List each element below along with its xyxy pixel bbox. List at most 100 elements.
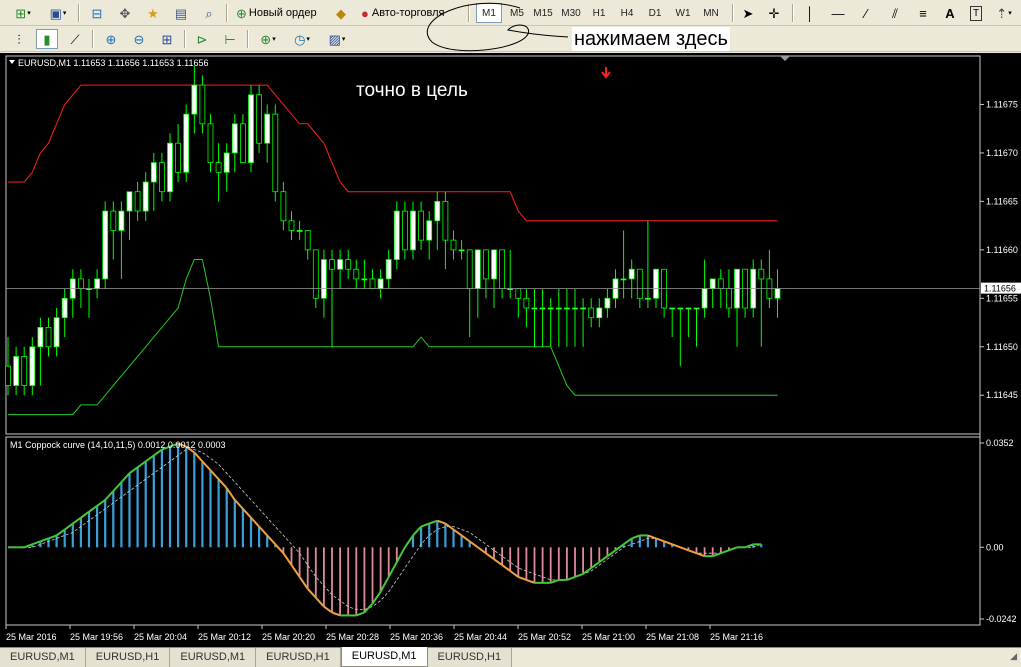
coppock-curve-segment (274, 543, 285, 554)
candle-body (385, 259, 392, 280)
coppock-curve-segment (40, 537, 49, 543)
candle-body (393, 210, 400, 260)
coppock-curve-segment (209, 469, 220, 480)
candle-body (531, 307, 538, 310)
coppock-curve-segment (290, 564, 301, 578)
candle-body (588, 307, 595, 319)
coppock-curve-segment (306, 588, 317, 599)
coppock-curve-segment (266, 534, 277, 546)
coppock-curve-segment (258, 525, 268, 537)
candle-body (175, 142, 182, 173)
time-tick-label: 25 Mar 19:56 (70, 632, 123, 642)
price-tick-label: 1.11650 (986, 342, 1018, 352)
coppock-curve-segment (606, 549, 617, 557)
candle-body (555, 307, 562, 310)
chart-tab[interactable]: EURUSD,M1 (170, 648, 257, 667)
candle-body (596, 307, 603, 319)
annotation-loop-stroke (426, 2, 569, 52)
candle-body (150, 162, 157, 183)
candle-body (580, 307, 586, 310)
candle-body (547, 307, 554, 310)
candle-body (401, 210, 408, 251)
time-tick-label: 25 Mar 21:00 (582, 632, 635, 642)
coppock-curve-segment (688, 549, 697, 555)
candle-body (353, 268, 360, 280)
coppock-curve-segment (590, 561, 600, 569)
candle-body (215, 162, 222, 173)
candle-body (774, 288, 781, 299)
chart-tab[interactable]: EURUSD,M1 (0, 648, 86, 667)
candle-body (264, 113, 271, 144)
time-tick-label: 25 Mar 20:04 (134, 632, 187, 642)
candle-body (539, 307, 546, 310)
candle-body (329, 259, 335, 270)
candle-body (207, 123, 214, 164)
coppock-curve-segment (509, 570, 519, 578)
time-tick-label: 25 Mar 2016 (6, 632, 57, 642)
coppock-curve-segment (201, 460, 212, 471)
chart-tab[interactable]: EURUSD,M1 (340, 647, 428, 667)
coppock-curve-segment (56, 528, 66, 537)
chart-window[interactable]: 1.11675 1.11670 1.11665 1.11660 1.11655 1.116… (0, 53, 1021, 647)
candle-body (248, 94, 254, 164)
candle-body (564, 307, 570, 310)
coppock-curve-segment (501, 564, 511, 572)
candle-body (134, 191, 141, 212)
candle-body (701, 288, 708, 309)
chart-tab[interactable]: EURUSD,H1 (256, 648, 341, 667)
chart-tab[interactable]: EURUSD,H1 (427, 648, 513, 667)
current-price-label: 1.11656 (984, 284, 1016, 294)
coppock-curve-segment (526, 578, 535, 584)
candle-body (410, 210, 416, 251)
coppock-curve-segment (428, 519, 438, 525)
indicator-tick-label: 0.00 (986, 542, 1004, 552)
coppock-curve-segment (566, 575, 576, 581)
coppock-curve-segment (696, 552, 705, 558)
coppock-curve-segment (323, 605, 333, 614)
coppock-curve-segment (331, 611, 341, 617)
coppock-curve-segment (631, 534, 641, 540)
candle-body (345, 259, 352, 270)
coppock-curve-segment (655, 537, 665, 543)
coppock-curve-segment (728, 546, 738, 552)
candle-body (167, 142, 173, 193)
time-tick-label: 25 Mar 20:36 (390, 632, 443, 642)
candle-body (499, 249, 506, 290)
candle-body (361, 278, 368, 281)
coppock-curve-segment (193, 451, 204, 463)
candle-body (572, 307, 578, 310)
chart-tabs: EURUSD,M1 EURUSD,H1 EURUSD,M1 EURUSD,H1 EURU… (0, 647, 1021, 667)
price-tick-label: 1.11645 (986, 390, 1018, 400)
coppock-curve-segment (477, 546, 487, 555)
candle-body (158, 162, 165, 193)
coppock-curve-segment (234, 499, 244, 510)
coppock-curve-segment (598, 555, 608, 563)
indicator-tick-label: 0.0352 (986, 438, 1014, 448)
coppock-curve-segment (663, 540, 673, 546)
candle-body (466, 249, 473, 290)
price-tick-label: 1.11660 (986, 245, 1018, 255)
candle-body (118, 210, 125, 231)
candle-body (45, 326, 52, 348)
coppock-curve-segment (153, 448, 163, 457)
candle-body (717, 278, 724, 290)
chart-tab[interactable]: EURUSD,H1 (85, 648, 171, 667)
coppock-curve-segment (145, 454, 155, 463)
price-tick-label: 1.11675 (986, 99, 1018, 109)
resize-grip-icon: ◢ (1010, 651, 1017, 661)
candle-body (685, 307, 692, 310)
candle-body (183, 113, 190, 173)
coppock-curve-segment (712, 552, 722, 558)
candle-body (280, 191, 287, 222)
time-tick-label: 25 Mar 21:16 (710, 632, 763, 642)
coppock-curve-segment (315, 596, 325, 608)
coppock-curve-segment (80, 510, 90, 519)
time-tick-label: 25 Mar 20:28 (326, 632, 379, 642)
chart-canvas[interactable]: 1.116751.116701.116651.116601.116551.116… (0, 53, 1021, 647)
candle-body (369, 278, 376, 290)
coppock-curve-segment (671, 543, 681, 549)
candle-body (645, 297, 651, 300)
coppock-curve-segment (104, 490, 115, 501)
candle-body (669, 307, 676, 310)
candle-body (474, 249, 481, 290)
